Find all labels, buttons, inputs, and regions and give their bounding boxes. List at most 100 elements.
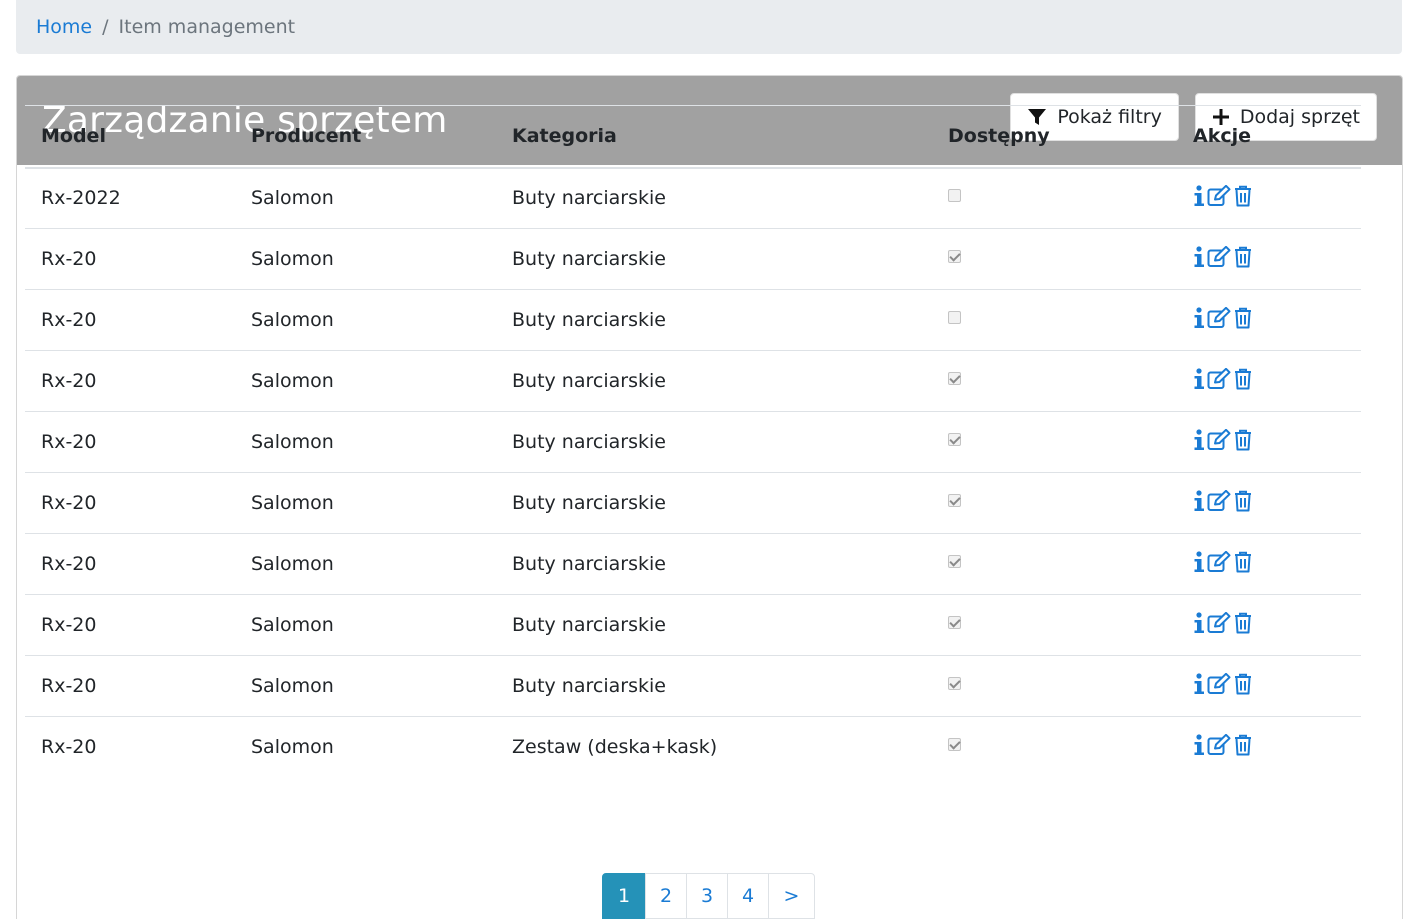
cell-available	[932, 350, 1177, 412]
cell-actions	[1177, 472, 1361, 534]
trash-icon[interactable]	[1233, 307, 1253, 329]
cell-category: Buty narciarskie	[496, 411, 932, 473]
cell-producer: Salomon	[235, 533, 496, 595]
cell-category: Buty narciarskie	[496, 472, 932, 534]
info-icon[interactable]	[1193, 428, 1205, 451]
edit-icon[interactable]	[1207, 733, 1231, 756]
cell-producer: Salomon	[235, 411, 496, 473]
edit-icon[interactable]	[1207, 245, 1231, 268]
trash-icon[interactable]	[1233, 612, 1253, 634]
cell-available	[932, 167, 1177, 229]
cell-model: Rx-20	[25, 472, 235, 534]
trash-icon[interactable]	[1233, 551, 1253, 573]
breadcrumb-home-link[interactable]: Home	[36, 16, 92, 38]
cell-available	[932, 289, 1177, 351]
info-icon[interactable]	[1193, 550, 1205, 573]
available-checkbox	[948, 738, 961, 752]
cell-model: Rx-20	[41, 736, 97, 759]
table-row: Rx-20 Salomon Buty narciarskie	[25, 655, 1361, 717]
trash-icon[interactable]	[1233, 368, 1253, 390]
table-header-row: Model Producent Kategoria Dostępny Akcje	[25, 105, 1361, 169]
edit-icon[interactable]	[1207, 672, 1231, 695]
trash-icon[interactable]	[1233, 185, 1253, 207]
available-checkbox	[948, 555, 961, 568]
column-header-model[interactable]: Model	[25, 105, 235, 169]
table-row: Rx-20 Salomon Buty narciarskie	[25, 289, 1361, 351]
column-header-available[interactable]: Dostępny	[932, 105, 1177, 169]
cell-producer: Salomon	[235, 350, 496, 412]
info-icon[interactable]	[1193, 489, 1205, 512]
available-checkbox	[948, 250, 961, 263]
cell-producer: Salomon	[235, 655, 496, 717]
page-3-button[interactable]: 3	[686, 873, 728, 919]
edit-icon[interactable]	[1207, 184, 1231, 207]
info-icon[interactable]	[1193, 245, 1205, 268]
cell-available	[932, 228, 1177, 290]
items-table-wrapper: Model Producent Kategoria Dostępny Akcje…	[25, 105, 1361, 778]
cell-actions	[1177, 228, 1361, 290]
column-header-producer[interactable]: Producent	[235, 105, 496, 169]
trash-icon[interactable]	[1233, 429, 1253, 451]
cell-actions	[1177, 167, 1361, 229]
cell-category: Buty narciarskie	[496, 167, 932, 229]
cell-actions	[1177, 411, 1361, 473]
cell-actions	[1177, 717, 1361, 778]
cell-model: Rx-20	[25, 228, 235, 290]
table-row: Rx-20 Salomon Buty narciarskie	[25, 228, 1361, 290]
page-2-button[interactable]: 2	[645, 873, 687, 919]
cell-actions	[1177, 655, 1361, 717]
available-checkbox	[948, 189, 961, 203]
page: Home / Item management Zarządzanie sprzę…	[0, 0, 1418, 919]
cell-producer: Salomon	[235, 228, 496, 290]
cell-actions	[1177, 533, 1361, 595]
info-icon[interactable]	[1193, 185, 1205, 207]
cell-model: Rx-20	[25, 533, 235, 595]
info-icon[interactable]	[1193, 367, 1205, 390]
available-checkbox	[948, 677, 961, 690]
edit-icon[interactable]	[1207, 428, 1231, 451]
cell-category: Buty narciarskie	[496, 655, 932, 717]
available-checkbox	[948, 311, 961, 324]
cell-available	[932, 655, 1177, 717]
cell-actions	[1177, 350, 1361, 412]
table-row: Rx-20 Salomon Buty narciarskie	[25, 411, 1361, 473]
table-row: Rx-20 Salomon Buty narciarskie	[25, 472, 1361, 534]
cell-producer: Salomon	[235, 594, 496, 656]
page-4-button[interactable]: 4	[727, 873, 769, 919]
info-icon[interactable]	[1193, 611, 1205, 634]
cell-model: Rx-20	[25, 411, 235, 473]
cell-category: Zestaw (deska+kask)	[512, 736, 718, 759]
cell-actions	[1177, 594, 1361, 656]
info-icon[interactable]	[1193, 672, 1205, 695]
cell-available	[932, 411, 1177, 473]
info-icon[interactable]	[1193, 734, 1205, 756]
edit-icon[interactable]	[1207, 306, 1231, 329]
pagination: 1 2 3 4 >	[602, 873, 815, 919]
page-1-button[interactable]: 1	[602, 873, 646, 919]
table-row: Rx-20 Salomon Buty narciarskie	[25, 594, 1361, 656]
cell-producer: Salomon	[235, 289, 496, 351]
cell-available	[932, 717, 1177, 778]
next-page-button[interactable]: >	[768, 873, 815, 919]
table-row: Rx-2022 Salomon Buty narciarskie	[25, 167, 1361, 229]
cell-model: Rx-20	[25, 655, 235, 717]
edit-icon[interactable]	[1207, 367, 1231, 390]
edit-icon[interactable]	[1207, 489, 1231, 512]
trash-icon[interactable]	[1233, 673, 1253, 695]
column-header-category[interactable]: Kategoria	[496, 105, 932, 169]
cell-category: Buty narciarskie	[496, 594, 932, 656]
cell-available	[932, 472, 1177, 534]
column-header-actions: Akcje	[1177, 105, 1361, 169]
available-checkbox	[948, 494, 961, 507]
edit-icon[interactable]	[1207, 611, 1231, 634]
trash-icon[interactable]	[1233, 734, 1253, 756]
edit-icon[interactable]	[1207, 550, 1231, 573]
trash-icon[interactable]	[1233, 246, 1253, 268]
info-icon[interactable]	[1193, 306, 1205, 329]
cell-category: Buty narciarskie	[496, 228, 932, 290]
cell-producer: Salomon	[235, 167, 496, 229]
trash-icon[interactable]	[1233, 490, 1253, 512]
table-row: Rx-20 Salomon Zestaw (deska+kask)	[25, 717, 1361, 778]
cell-available	[932, 594, 1177, 656]
breadcrumb-separator: /	[102, 16, 109, 38]
